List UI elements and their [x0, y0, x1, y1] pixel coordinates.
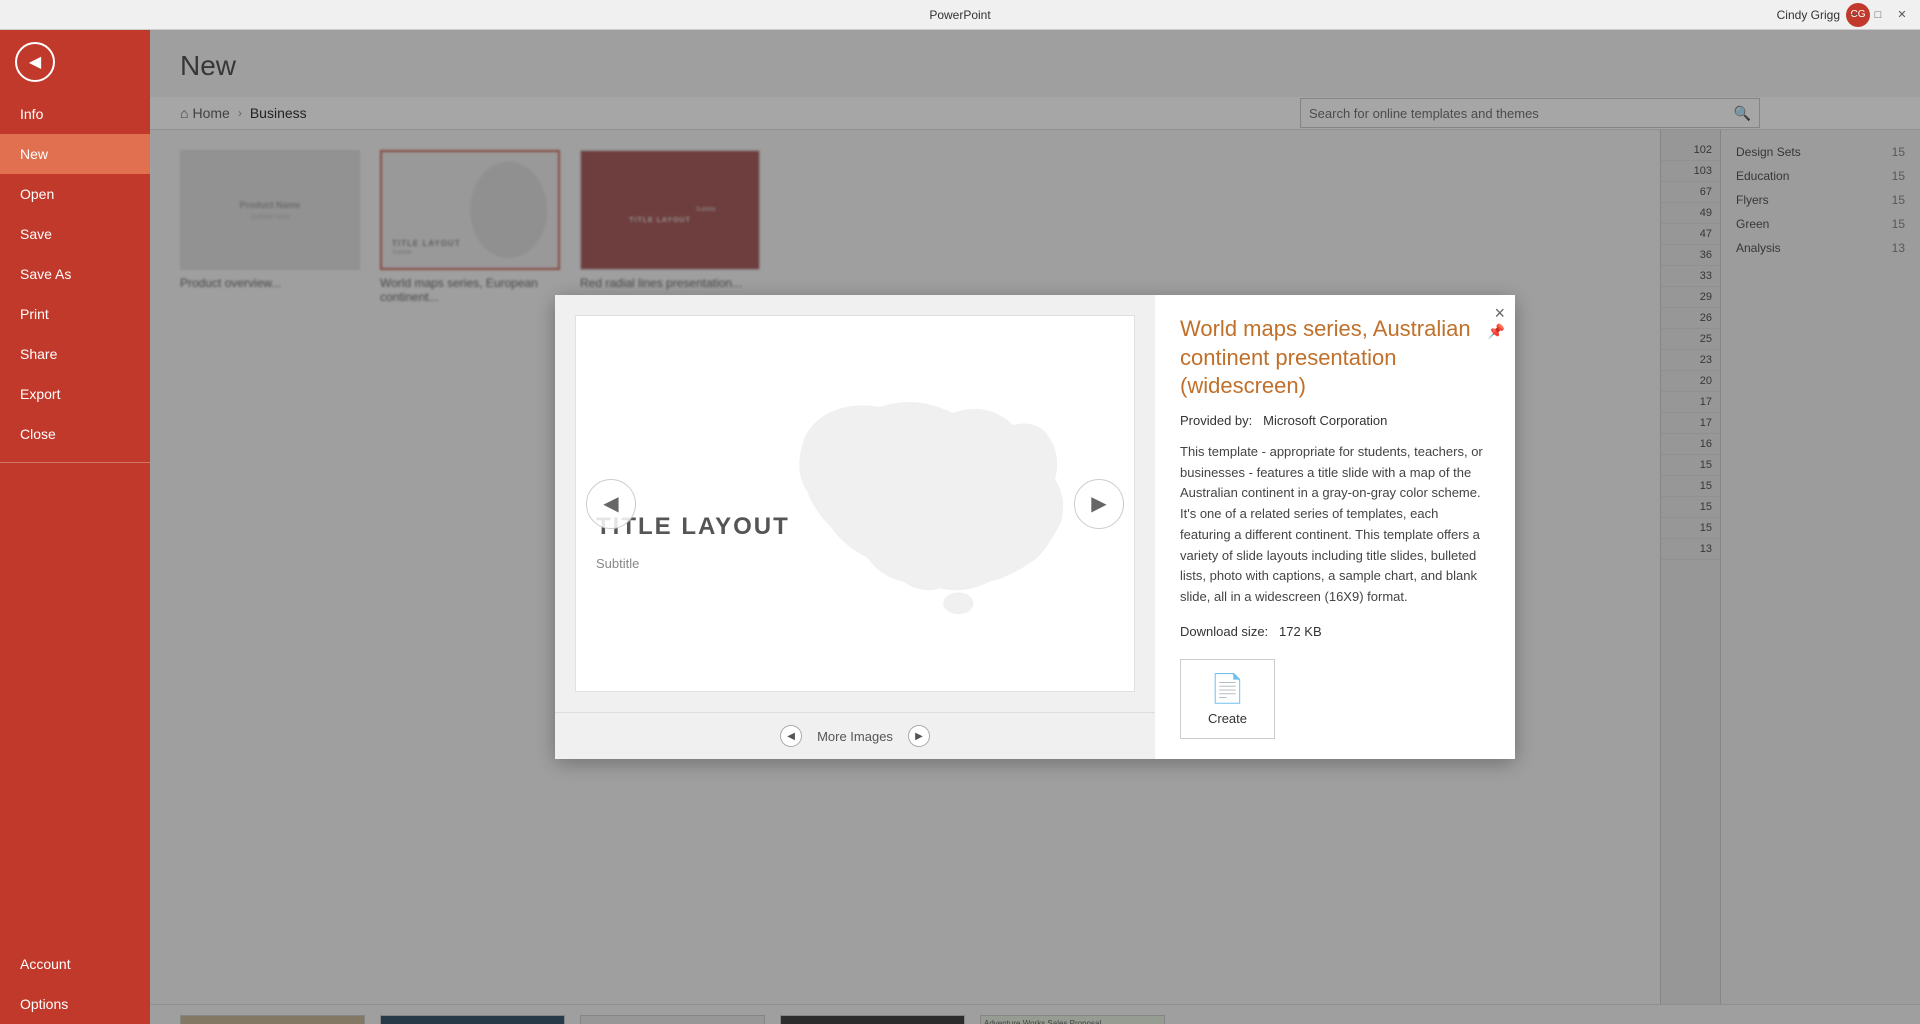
sidebar-item-print[interactable]: Print [0, 294, 150, 334]
sidebar-item-close[interactable]: Close [0, 414, 150, 454]
modal-provider: Provided by: Microsoft Corporation [1180, 413, 1490, 428]
sidebar-bottom: Account Options [0, 944, 150, 1024]
download-value: 172 KB [1279, 624, 1322, 639]
title-bar: PowerPoint Cindy Grigg CG ─ □ ✕ [0, 0, 1920, 30]
maximize-button[interactable]: □ [1870, 7, 1886, 23]
preview-main: ◀ ▶ TITLE LAYOUT Subtitle [575, 315, 1135, 692]
preview-prev-button[interactable]: ◀ [586, 479, 636, 529]
modal-preview-section: ◀ ▶ TITLE LAYOUT Subtitle [555, 295, 1155, 759]
sidebar-item-save[interactable]: Save [0, 214, 150, 254]
sidebar-item-save-as-label: Save As [20, 266, 71, 282]
username: Cindy Grigg [1777, 8, 1840, 22]
sidebar-item-account[interactable]: Account [0, 944, 150, 984]
sidebar-item-options[interactable]: Options [0, 984, 150, 1024]
preview-nav: ◀ More Images ▶ [555, 712, 1155, 759]
sidebar-item-export-label: Export [20, 386, 60, 402]
create-icon: 📄 [1210, 672, 1245, 705]
sidebar-item-save-label: Save [20, 226, 52, 242]
sidebar-item-new[interactable]: New [0, 134, 150, 174]
sidebar-item-account-label: Account [20, 956, 71, 972]
modal-pin-button[interactable]: 📌 [1488, 323, 1505, 340]
close-window-button[interactable]: ✕ [1894, 7, 1910, 23]
sidebar-divider [0, 462, 150, 463]
sidebar-item-close-label: Close [20, 426, 56, 442]
download-label: Download size: [1180, 624, 1268, 639]
modal-body: ◀ ▶ TITLE LAYOUT Subtitle [555, 295, 1515, 759]
sidebar-item-open-label: Open [20, 186, 54, 202]
create-button[interactable]: 📄 Create [1180, 659, 1275, 739]
back-button[interactable]: ◀ [15, 42, 55, 82]
sidebar-item-print-label: Print [20, 306, 49, 322]
sidebar-item-open[interactable]: Open [0, 174, 150, 214]
modal-overlay: × 📌 ◀ ▶ [150, 30, 1920, 1024]
modal-download: Download size: 172 KB [1180, 624, 1490, 639]
preview-nav-prev[interactable]: ◀ [780, 725, 802, 747]
provider-value: Microsoft Corporation [1263, 413, 1387, 428]
preview-next-button[interactable]: ▶ [1074, 479, 1124, 529]
app-title: PowerPoint [929, 8, 990, 22]
preview-nav-next[interactable]: ▶ [908, 725, 930, 747]
preview-slide-subtitle: Subtitle [596, 556, 639, 571]
create-label: Create [1208, 711, 1247, 726]
modal-info-section: World maps series, Australian continent … [1155, 295, 1515, 759]
sidebar-item-export[interactable]: Export [0, 374, 150, 414]
modal-close-button[interactable]: × [1494, 303, 1505, 324]
sidebar-item-save-as[interactable]: Save As [0, 254, 150, 294]
provider-label: Provided by: [1180, 413, 1252, 428]
sidebar: ◀ Info New Open Save Save As Print Share… [0, 30, 150, 1024]
more-images-label: More Images [817, 729, 893, 744]
preview-slide: TITLE LAYOUT Subtitle [576, 316, 1134, 691]
sidebar-item-info[interactable]: Info [0, 94, 150, 134]
sidebar-item-new-label: New [20, 146, 48, 162]
sidebar-item-share-label: Share [20, 346, 57, 362]
window-controls[interactable]: ─ □ ✕ [1846, 7, 1910, 23]
template-detail-modal: × 📌 ◀ ▶ [555, 295, 1515, 759]
sidebar-item-options-label: Options [20, 996, 68, 1012]
sidebar-item-share[interactable]: Share [0, 334, 150, 374]
modal-template-title: World maps series, Australian continent … [1180, 315, 1490, 401]
sidebar-item-info-label: Info [20, 106, 43, 122]
modal-description: This template - appropriate for students… [1180, 442, 1490, 608]
minimize-button[interactable]: ─ [1846, 7, 1862, 23]
